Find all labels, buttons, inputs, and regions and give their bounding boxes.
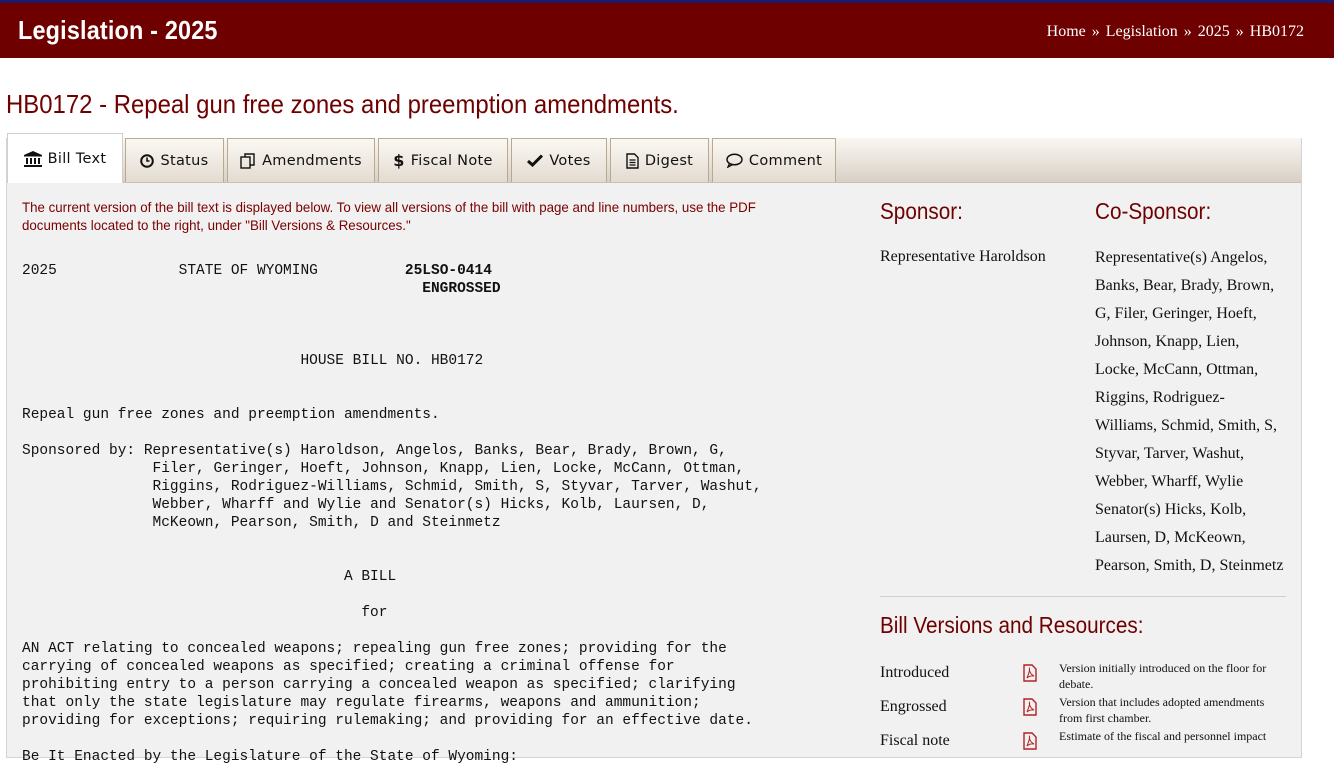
- breadcrumb: Home » Legislation » 2025 » HB0172: [1047, 23, 1304, 41]
- bill-text: 2025 STATE OF WYOMING 25LSO-0414 ENGROSS…: [22, 262, 872, 766]
- bill-lso-number: 25LSO-0414: [404, 263, 492, 279]
- tab-label: Status: [160, 152, 209, 169]
- act-line: carrying of concealed weapons as specifi…: [22, 659, 675, 675]
- resources-heading: Bill Versions and Resources:: [880, 612, 1144, 638]
- comment-icon: [726, 153, 743, 168]
- sponsor-heading: Sponsor:: [880, 198, 963, 224]
- a-bill-heading: A BILL: [343, 569, 397, 585]
- sponsor-name: Representative Haroldson: [880, 248, 1046, 265]
- tab-comment[interactable]: Comment: [712, 138, 836, 182]
- bank-icon: [23, 150, 42, 167]
- tab-status[interactable]: Status: [125, 138, 224, 182]
- cosponsor-line: G, Filer, Geringer, Hoeft,: [1095, 305, 1257, 322]
- tab-amendments[interactable]: Amendments: [227, 138, 375, 182]
- resource-fiscal-note-name: Fiscal note: [880, 732, 950, 749]
- bill-text-notice: The current version of the bill text is …: [22, 199, 756, 233]
- resource-fiscal-note-description: Estimate of the fiscal and personnel imp…: [1059, 729, 1267, 743]
- resource-engrossed-name: Engrossed: [880, 698, 947, 715]
- breadcrumb-separator: »: [1091, 23, 1100, 40]
- breadcrumb-year[interactable]: 2025: [1198, 23, 1230, 40]
- page-title: HB0172 - Repeal gun free zones and preem…: [6, 89, 679, 119]
- resource-engrossed-description: Version that includes adopted amendments…: [1059, 695, 1265, 725]
- bill-short-title: Repeal gun free zones and preemption ame…: [22, 407, 440, 423]
- breadcrumb-legislation[interactable]: Legislation: [1106, 23, 1178, 40]
- site-title: Legislation - 2025: [18, 15, 218, 45]
- cosponsor-line: Williams, Schmid, Smith, S,: [1095, 417, 1278, 434]
- bill-number: HOUSE BILL NO. HB0172: [300, 353, 484, 369]
- breadcrumb-current: HB0172: [1249, 23, 1304, 40]
- pdf-icon[interactable]: [1021, 664, 1039, 682]
- resource-introduced-description: Version initially introduced on the floo…: [1059, 661, 1267, 691]
- sponsored-by-line: Riggins, Rodriguez-Williams, Schmid, Smi…: [152, 479, 762, 495]
- tab-bill-text[interactable]: Bill Text: [7, 133, 123, 183]
- bill-state: STATE OF WYOMING: [178, 263, 318, 279]
- cosponsor-line: Pearson, Smith, D, Steinmetz: [1095, 557, 1284, 574]
- act-line: providing for exceptions; requiring rule…: [22, 713, 753, 729]
- act-line: that only the state legislature may regu…: [22, 695, 701, 711]
- dollar-icon: $: [393, 151, 405, 170]
- bill-stage: ENGROSSED: [422, 281, 501, 297]
- tab-label: Fiscal Note: [410, 152, 493, 169]
- sponsored-by-line: Filer, Geringer, Hoeft, Johnson, Knapp, …: [152, 461, 745, 477]
- copy-icon: [240, 152, 256, 169]
- tab-label: Bill Text: [47, 150, 107, 167]
- cosponsor-line: Representative(s) Angelos,: [1095, 249, 1268, 266]
- tab-label: Votes: [549, 152, 591, 169]
- tab-label: Comment: [748, 152, 823, 169]
- act-line: AN ACT relating to concealed weapons; re…: [22, 641, 727, 657]
- cosponsor-line: Locke, McCann, Ottman,: [1095, 361, 1259, 378]
- for-heading: for: [361, 605, 388, 621]
- check-icon: [527, 154, 544, 167]
- resource-introduced-name: Introduced: [880, 664, 950, 681]
- enacting-clause: Be It Enacted by the Legislature of the …: [22, 749, 518, 765]
- breadcrumb-home[interactable]: Home: [1047, 23, 1086, 40]
- cosponsor-line: Banks, Bear, Brady, Brown,: [1095, 277, 1275, 294]
- sponsored-by-label: Sponsored by:: [22, 443, 136, 459]
- site-header: Legislation - 2025 Home » Legislation » 2025…: [0, 0, 1334, 58]
- sponsored-by-line: Webber, Wharff and Wylie and Senator(s) …: [152, 497, 710, 513]
- breadcrumb-separator: »: [1183, 23, 1192, 40]
- breadcrumb-separator: »: [1235, 23, 1244, 40]
- sidebar-divider: [880, 596, 1286, 597]
- cosponsor-line: Styvar, Tarver, Washut,: [1095, 445, 1245, 462]
- document-icon: [626, 152, 639, 169]
- sponsored-by-line: McKeown, Pearson, Smith, D and Steinmetz: [152, 515, 501, 531]
- tab-votes[interactable]: Votes: [511, 138, 607, 182]
- bill-year: 2025: [22, 263, 57, 279]
- act-line: prohibiting entry to a person carrying a…: [22, 677, 736, 693]
- pdf-icon[interactable]: [1021, 698, 1039, 716]
- cosponsor-line: Webber, Wharff, Wylie: [1095, 473, 1244, 490]
- cosponsor-list: Representative(s) Angelos, Banks, Bear, …: [1095, 244, 1295, 580]
- cosponsor-line: Senator(s) Hicks, Kolb,: [1095, 501, 1247, 518]
- sponsored-by-line: Representative(s) Haroldson, Angelos, Ba…: [143, 443, 727, 459]
- clock-icon: [140, 153, 155, 168]
- cosponsor-line: Johnson, Knapp, Lien,: [1095, 333, 1240, 350]
- tab-digest[interactable]: Digest: [610, 138, 709, 182]
- pdf-icon[interactable]: [1021, 732, 1039, 750]
- tab-fiscal-note[interactable]: $ Fiscal Note: [378, 138, 508, 182]
- cosponsor-line: Laursen, D, McKeown,: [1095, 529, 1246, 546]
- cosponsor-heading: Co-Sponsor:: [1095, 198, 1212, 224]
- tab-label: Digest: [644, 152, 694, 169]
- tab-label: Amendments: [262, 152, 362, 169]
- cosponsor-line: Riggins, Rodriguez-: [1095, 389, 1225, 406]
